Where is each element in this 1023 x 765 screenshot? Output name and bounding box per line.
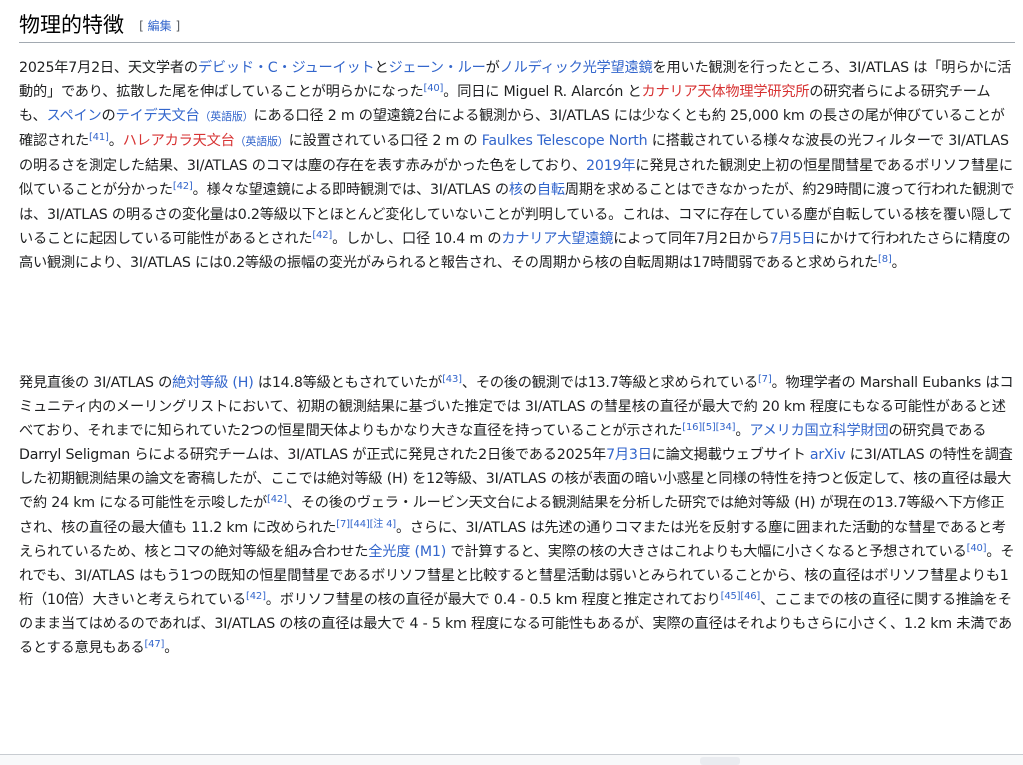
citation: [43] [442,374,462,385]
link-spain[interactable]: スペイン [47,108,102,124]
redlink-haleakala-observatory[interactable]: ハレアカラ天文台 [123,133,235,149]
text-run: で計算すると、実際の核の大きさはこれよりも大幅に小さくなると予想されている [446,543,967,560]
citation: [42] [173,181,193,192]
link-david-jewitt[interactable]: デビッド・C・ジューイット [198,60,375,76]
citation-link[interactable]: [42] [267,494,287,505]
citation: [40] [967,543,987,554]
section-title: 物理的特徴 [19,13,124,37]
citation-link[interactable]: [40] [424,83,444,94]
citation: [42] [312,230,332,241]
text-run: 発見直後の 3I/ATLAS の [19,375,173,391]
citation-link[interactable]: [42] [173,181,193,192]
link-faulkes-telescope-north[interactable]: Faulkes Telescope North [482,133,648,149]
citation-link[interactable]: [40] [967,543,987,554]
link-english-version[interactable]: （英語版） [199,110,253,123]
bottom-scroll-region [0,754,1023,765]
text-run: 。 [891,254,906,271]
citation: [7][44][注 4] [336,519,396,530]
text-run: が [485,60,500,76]
text-run: 。 [108,133,123,150]
text-run: 、その後の観測では13.7等級と求められている [461,375,758,391]
citation-link[interactable]: [47] [144,639,164,650]
text-run: 。 [735,423,750,440]
link-july-5[interactable]: 7月5日 [770,231,816,247]
link-arxiv[interactable]: arXiv [810,447,846,463]
link-2019[interactable]: 2019年 [586,158,635,174]
link-nordic-optical-telescope[interactable]: ノルディック光学望遠鏡 [500,60,653,76]
edit-bracket-close: ] [175,19,181,33]
text-run: 。様々な望遠鏡による即時観測では、3I/ATLAS の [192,182,509,199]
text-run: は14.8等級ともされていたが [253,375,443,391]
citation: [41] [89,132,109,143]
citation-link[interactable]: [45] [721,591,741,602]
text-run: 。ボリソフ彗星の核の直径が最大で 0.4 - 0.5 km 程度と推定されており [265,591,721,608]
link-jane-luu[interactable]: ジェーン・ルー [388,60,485,76]
link-july-3[interactable]: 7月3日 [606,447,652,463]
citation-link[interactable]: [42] [246,591,266,602]
edit-section-link-wrapper: [ 編集 ] [139,19,180,33]
citation-link[interactable]: [8] [878,254,892,265]
text-run: に設置されている口径 2 m の [288,133,482,150]
citation: [40] [424,83,444,94]
citation-link[interactable]: [5] [702,422,716,433]
citation-link[interactable]: [42] [312,230,332,241]
link-english-version[interactable]: （英語版） [235,135,289,148]
paragraph-size: 発見直後の 3I/ATLAS の絶対等級 (H) は14.8等級ともされていたが… [19,371,1015,660]
citation-link[interactable]: [34] [716,422,736,433]
text-run: の [101,108,116,125]
link-rotation[interactable]: 自転 [537,182,565,198]
citation: [42] [246,591,266,602]
text-run: 。しかし、口径 10.4 m の [332,230,502,247]
note-link[interactable]: [注 4] [370,519,397,530]
citation-link[interactable]: [43] [442,374,462,385]
redlink-canary-institute[interactable]: カナリア天体物理学研究所 [641,84,809,100]
paragraph-activity: 2025年7月2日、天文学者のデビッド・C・ジューイットとジェーン・ルーがノルデ… [19,56,1015,275]
edit-section-link[interactable]: 編集 [148,19,172,33]
link-teide-observatory[interactable]: テイデ天文台 [116,108,200,124]
text-run: の [522,182,537,199]
text-run: 。同日に Miguel R. Alarcón と [443,84,642,101]
citation: [16][5][34] [682,422,735,433]
citation-link[interactable]: [7] [758,374,772,385]
section-heading: 物理的特徴 [ 編集 ] [19,8,1015,43]
citation-link[interactable]: [16] [682,422,702,433]
text-run: 。 [164,640,179,657]
citation-link[interactable]: [44] [350,519,370,530]
link-nucleus[interactable]: 核 [509,182,523,198]
link-national-science-foundation[interactable]: アメリカ国立科学財団 [749,423,888,439]
citation-link[interactable]: [41] [89,132,109,143]
text-run: 2025年7月2日、天文学者の [19,60,198,76]
citation: [42] [267,494,287,505]
text-run: と [374,60,389,76]
citation: [7] [758,374,772,385]
edit-bracket-open: [ [139,19,144,33]
link-absolute-magnitude[interactable]: 絶対等級 (H) [172,375,254,391]
link-gran-telescopio-canarias[interactable]: カナリア大望遠鏡 [501,231,613,247]
citation-link[interactable]: [46] [740,591,760,602]
citation: [8] [878,254,892,265]
text-run: に論文掲載ウェブサイト [651,447,810,464]
link-total-magnitude[interactable]: 全光度 (M1) [368,544,446,560]
citation-link[interactable]: [7] [336,519,350,530]
text-run: によって同年7月2日から [613,230,770,247]
citation: [47] [144,639,164,650]
citation: [45][46] [721,591,761,602]
